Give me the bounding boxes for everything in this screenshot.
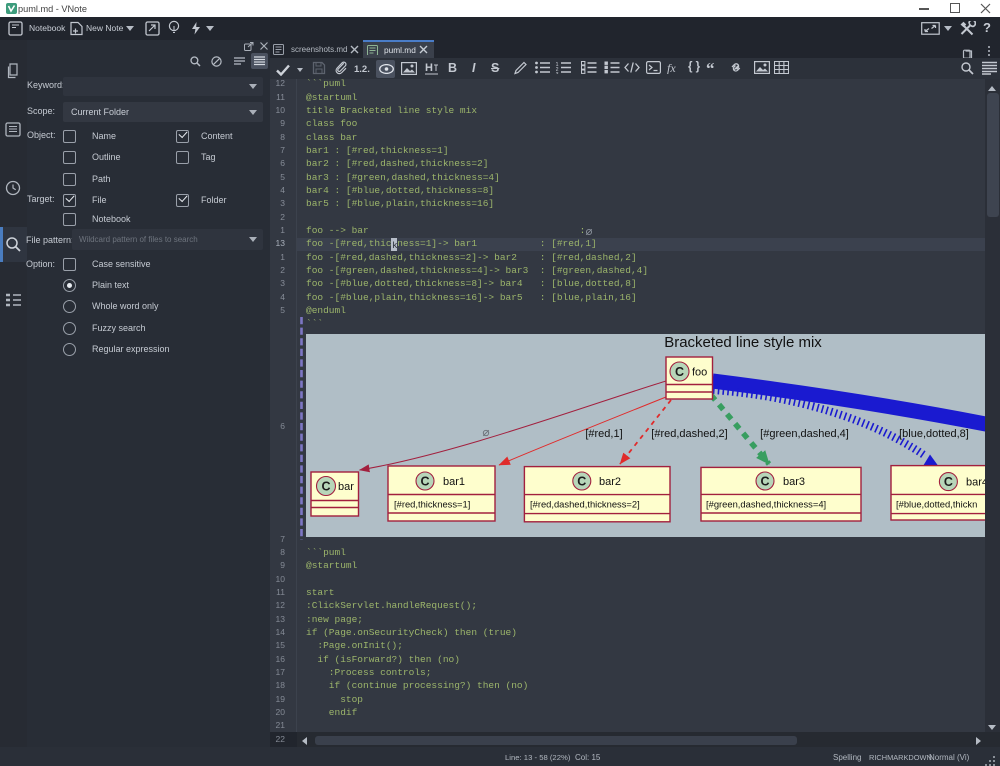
svg-text:[#green,dashed,thickness=4]: [#green,dashed,thickness=4] bbox=[706, 498, 826, 509]
svg-text:Bracketed line style mix: Bracketed line style mix bbox=[664, 334, 822, 351]
svg-text:[#red,1]: [#red,1] bbox=[585, 428, 622, 440]
svg-text:bar1: bar1 bbox=[443, 476, 465, 488]
svg-text:[#green,dashed,4]: [#green,dashed,4] bbox=[760, 428, 849, 440]
svg-text:[#red,dashed,thickness=2]: [#red,dashed,thickness=2] bbox=[530, 498, 640, 509]
svg-text:3: 3 bbox=[556, 72, 559, 74]
svg-text:fx: fx bbox=[667, 61, 676, 74]
svg-text:bar: bar bbox=[338, 481, 354, 493]
svg-text:[#blue,dotted,thickn: [#blue,dotted,thickn bbox=[896, 498, 977, 509]
svg-text:C: C bbox=[577, 475, 586, 489]
svg-text:C: C bbox=[944, 475, 953, 489]
svg-text:C: C bbox=[321, 480, 330, 494]
svg-text:[#red,thickness=1]: [#red,thickness=1] bbox=[394, 498, 470, 509]
svg-text:C: C bbox=[675, 365, 684, 379]
svg-text:foo: foo bbox=[692, 367, 707, 379]
svg-text:C: C bbox=[760, 475, 769, 489]
svg-text:bar2: bar2 bbox=[599, 476, 621, 488]
svg-text:bar4: bar4 bbox=[966, 477, 985, 489]
svg-text:C: C bbox=[420, 475, 429, 489]
svg-text:bar3: bar3 bbox=[783, 476, 805, 488]
svg-text:H: H bbox=[425, 62, 433, 74]
svg-text:[blue,dotted,8]: [blue,dotted,8] bbox=[899, 428, 969, 440]
svg-text:[#red,dashed,2]: [#red,dashed,2] bbox=[651, 428, 727, 440]
